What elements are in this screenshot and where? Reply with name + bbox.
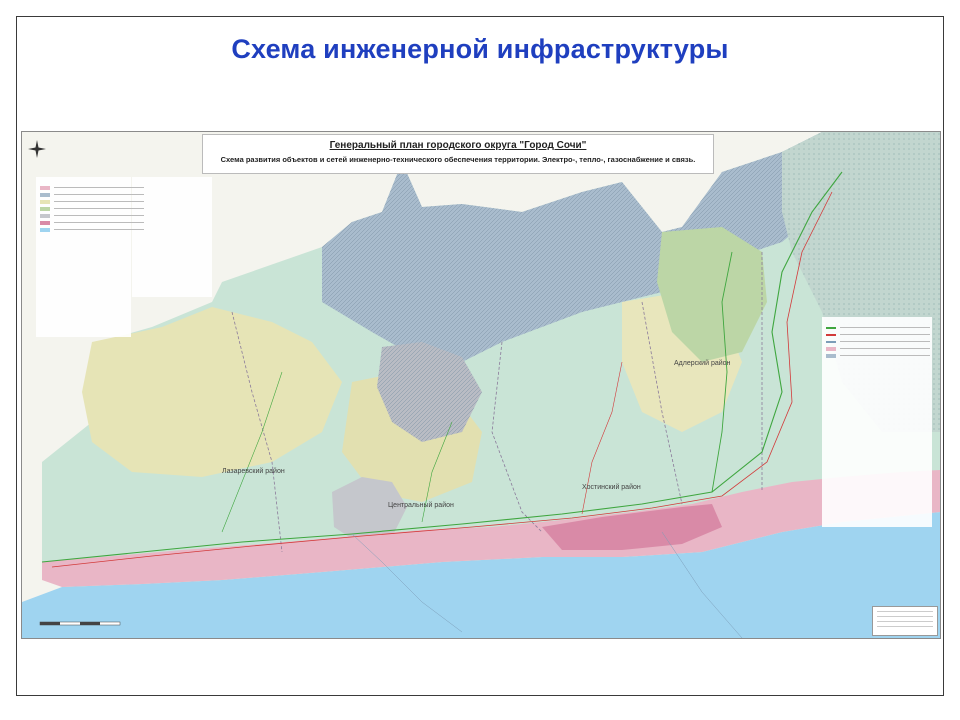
legend-right — [826, 324, 930, 359]
district-label-adlersky: Адлерский район — [674, 360, 731, 367]
infrastructure-map: Генеральный план городского округа "Горо… — [21, 131, 941, 639]
slide-title: Схема инженерной инфраструктуры — [231, 34, 729, 64]
map-header: Генеральный план городского округа "Горо… — [202, 134, 714, 174]
district-label-central: Центральный район — [388, 502, 454, 509]
scale-bar — [39, 621, 121, 626]
district-label-lazarevsky: Лазаревский район — [222, 468, 285, 475]
map-subtitle: Схема развития объектов и сетей инженерн… — [220, 155, 696, 164]
district-label-khostinsky: Хостинский район — [582, 484, 641, 491]
map-canvas — [22, 132, 940, 638]
legend-left — [40, 184, 144, 233]
title-block-stamp — [872, 606, 938, 636]
map-title: Генеральный план городского округа "Горо… — [329, 140, 587, 151]
